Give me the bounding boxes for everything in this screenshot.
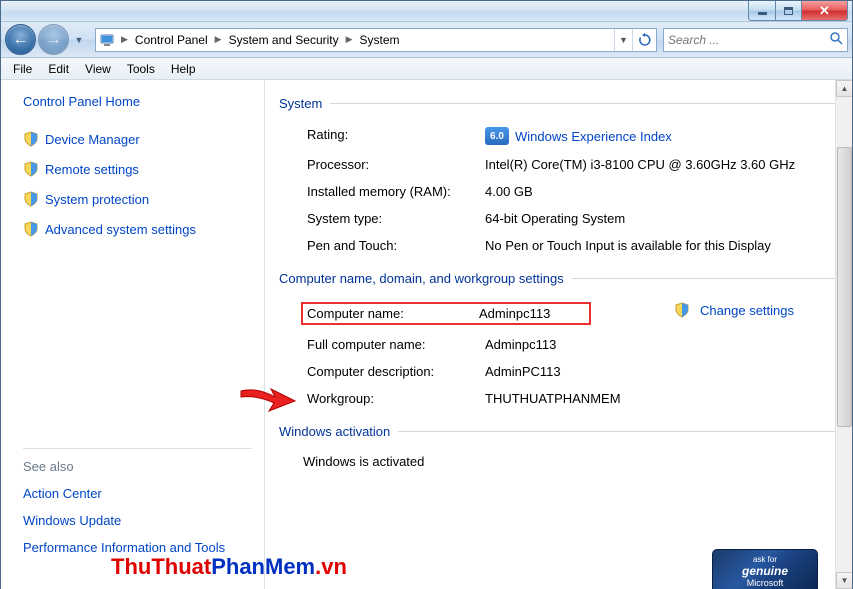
sidebar: Control Panel Home Device Manager Remote…	[1, 80, 265, 589]
processor-label: Processor:	[307, 157, 485, 172]
workgroup-value: THUTHUATPHANMEM	[485, 391, 838, 406]
system-protection-link[interactable]: System protection	[23, 191, 252, 207]
history-dropdown[interactable]: ▼	[71, 28, 87, 52]
forward-button[interactable]: →	[38, 24, 69, 55]
menu-tools[interactable]: Tools	[119, 60, 163, 78]
breadcrumb-item[interactable]: System and Security	[225, 29, 343, 51]
annotation-arrow-icon	[237, 383, 299, 419]
wei-link[interactable]: Windows Experience Index	[515, 129, 672, 144]
advanced-settings-link[interactable]: Advanced system settings	[23, 221, 252, 237]
section-title: Windows activation	[279, 424, 398, 439]
watermark: ThuThuatPhanMem.vn	[111, 554, 347, 580]
shield-icon	[23, 221, 39, 237]
device-manager-link[interactable]: Device Manager	[23, 131, 252, 147]
scroll-thumb[interactable]	[837, 147, 852, 427]
minimize-button[interactable]	[748, 1, 776, 21]
titlebar[interactable]: ✕	[1, 1, 852, 22]
performance-info-link[interactable]: Performance Information and Tools	[23, 540, 252, 555]
section-title: Computer name, domain, and workgroup set…	[279, 271, 572, 286]
computer-name-highlight: Computer name: Adminpc113	[301, 302, 591, 325]
computer-icon	[96, 29, 118, 51]
processor-value: Intel(R) Core(TM) i3-8100 CPU @ 3.60GHz …	[485, 157, 838, 172]
scroll-down-button[interactable]: ▼	[836, 572, 852, 589]
menu-help[interactable]: Help	[163, 60, 204, 78]
wei-score-badge: 6.0	[485, 127, 509, 145]
ram-value: 4.00 GB	[485, 184, 838, 199]
computer-description-label: Computer description:	[307, 364, 485, 379]
windows-update-link[interactable]: Windows Update	[23, 513, 252, 528]
genuine-microsoft-badge[interactable]: ask for genuine Microsoft	[712, 549, 818, 589]
remote-settings-link[interactable]: Remote settings	[23, 161, 252, 177]
menu-edit[interactable]: Edit	[40, 60, 77, 78]
rating-label: Rating:	[307, 127, 485, 142]
navigation-bar: ← → ▼ ▶ Control Panel ▶ System and Secur…	[1, 22, 852, 58]
shield-icon	[674, 302, 690, 318]
refresh-button[interactable]	[632, 29, 656, 51]
full-computer-name-label: Full computer name:	[307, 337, 485, 352]
see-also-heading: See also	[23, 459, 252, 474]
menu-view[interactable]: View	[77, 60, 119, 78]
control-panel-home-link[interactable]: Control Panel Home	[23, 94, 252, 109]
vertical-scrollbar[interactable]: ▲ ▼	[835, 80, 852, 589]
close-button[interactable]: ✕	[802, 1, 848, 21]
full-computer-name-value: Adminpc113	[485, 337, 838, 352]
maximize-button[interactable]	[776, 1, 802, 21]
pen-touch-label: Pen and Touch:	[307, 238, 485, 253]
computer-name-label: Computer name:	[307, 306, 479, 321]
scroll-up-button[interactable]: ▲	[836, 80, 852, 97]
computer-name-value: Adminpc113	[479, 306, 550, 321]
address-bar[interactable]: ▶ Control Panel ▶ System and Security ▶ …	[95, 28, 657, 52]
computer-description-value: AdminPC113	[485, 364, 838, 379]
workgroup-label: Workgroup:	[307, 391, 485, 406]
shield-icon	[23, 161, 39, 177]
action-center-link[interactable]: Action Center	[23, 486, 252, 501]
shield-icon	[23, 191, 39, 207]
menu-bar: File Edit View Tools Help	[1, 58, 852, 80]
system-properties-window: ✕ ← → ▼ ▶ Control Panel ▶ System and Sec…	[0, 0, 853, 589]
breadcrumb-item[interactable]: System	[356, 29, 404, 51]
computer-name-section: Computer name, domain, and workgroup set…	[279, 271, 838, 412]
shield-icon	[23, 131, 39, 147]
menu-file[interactable]: File	[5, 60, 40, 78]
section-title: System	[279, 96, 330, 111]
system-type-label: System type:	[307, 211, 485, 226]
activation-section: Windows activation Windows is activated	[279, 424, 838, 469]
search-input[interactable]	[668, 33, 829, 47]
breadcrumb-item[interactable]: Control Panel	[131, 29, 212, 51]
system-type-value: 64-bit Operating System	[485, 211, 838, 226]
search-box[interactable]	[663, 28, 848, 52]
ram-label: Installed memory (RAM):	[307, 184, 485, 199]
back-button[interactable]: ←	[5, 24, 36, 55]
pen-touch-value: No Pen or Touch Input is available for t…	[485, 238, 838, 253]
activation-status: Windows is activated	[279, 449, 838, 469]
search-icon	[829, 31, 843, 48]
change-settings-link[interactable]: Change settings	[674, 302, 794, 318]
system-section: System Rating: 6.0 Windows Experience In…	[279, 96, 838, 259]
content-pane: System Rating: 6.0 Windows Experience In…	[265, 80, 852, 589]
address-dropdown[interactable]: ▼	[614, 29, 632, 51]
